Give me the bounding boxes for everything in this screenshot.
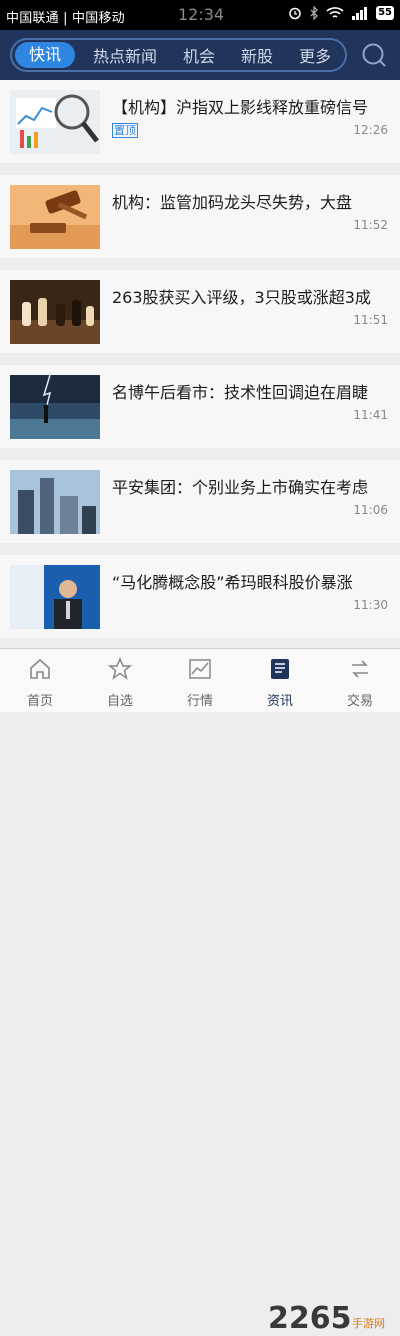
alarm-icon [289,7,301,20]
news-time: 11:52 [353,218,388,232]
news-time: 11:51 [353,313,388,327]
status-bar: 中国联通 | 中国移动 12:34 55 [0,0,400,30]
news-title: 名博午后看市：技术性回调迫在眉睫 [112,383,369,402]
news-item[interactable]: 平安集团：个别业务上市确实在考虑 11:06 [0,460,400,543]
bottom-tab-news[interactable]: 资讯 [240,649,320,712]
news-icon [271,659,289,679]
news-item[interactable]: 【机构】沪指双上影线释放重磅信号 置顶 12:26 [0,80,400,163]
bottom-navigation: 首页 自选 行情 资讯 交易 2265 手游网 [0,648,400,1336]
news-list: 【机构】沪指双上影线释放重磅信号 置顶 12:26 机构：监管加码龙头尽失势，大… [0,80,400,650]
tab-bar: 快讯 热点新闻 机会 新股 更多 [10,38,347,72]
news-thumbnail-magnifier [10,90,100,154]
bottom-tab-label: 行情 [186,694,213,709]
chart-icon [189,659,211,679]
wifi-icon [326,7,344,18]
trade-icon [352,660,368,678]
news-title: “马化腾概念股”希玛眼科股价暴涨 [112,573,353,592]
bottom-tab-label: 交易 [346,694,373,709]
news-title: 机构：监管加码龙头尽失势，大盘 [112,193,353,212]
watermark-subtitle: 手游网 [352,1317,385,1330]
news-item[interactable]: 机构：监管加码龙头尽失势，大盘 11:52 [0,175,400,258]
star-icon [108,657,132,680]
tab-new-stocks[interactable]: 新股 [241,43,273,67]
news-item[interactable]: “马化腾概念股”希玛眼科股价暴涨 11:30 [0,555,400,638]
news-thumbnail-gavel [10,185,100,249]
news-title: 【机构】沪指双上影线释放重磅信号 [112,98,369,117]
news-time: 11:41 [353,408,388,422]
search-icon[interactable] [361,42,387,68]
news-time: 11:30 [353,598,388,612]
bottom-tab-market[interactable]: 行情 [160,649,240,712]
news-thumbnail-skyscrapers [10,470,100,534]
bottom-tab-label: 资讯 [266,694,293,709]
news-thumbnail-chess [10,280,100,344]
news-time: 12:26 [353,123,388,137]
news-title: 263股获买入评级，3只股或涨超3成 [112,288,371,307]
news-title: 平安集团：个别业务上市确实在考虑 [112,478,369,497]
carrier-label: 中国联通 | 中国移动 [6,11,125,26]
news-time: 11:06 [353,503,388,517]
news-thumbnail-storm [10,375,100,439]
tab-flash-news[interactable]: 快讯 [15,42,76,68]
tab-opportunity[interactable]: 机会 [183,43,215,67]
bottom-tab-home[interactable]: 首页 [0,649,80,712]
tab-hot-news[interactable]: 热点新闻 [93,43,157,67]
news-thumbnail-speaker [10,565,100,629]
bluetooth-icon [310,6,318,20]
top-navigation: 快讯 热点新闻 机会 新股 更多 [0,30,400,80]
status-icons: 55 [288,6,394,20]
bottom-tab-trade[interactable]: 交易 [320,649,400,712]
signal-icon [352,7,368,20]
watermark-logo: 2265 [268,1301,352,1336]
bottom-tab-label: 自选 [106,694,133,709]
home-icon [30,658,50,679]
bottom-tab-label: 首页 [26,694,53,709]
pinned-badge: 置顶 [112,123,138,138]
news-item[interactable]: 263股获买入评级，3只股或涨超3成 11:51 [0,270,400,353]
tab-more[interactable]: 更多 [299,43,331,67]
battery-indicator: 55 [376,6,394,20]
bottom-tab-watchlist[interactable]: 自选 [80,649,160,712]
news-item[interactable]: 名博午后看市：技术性回调迫在眉睫 11:41 [0,365,400,448]
